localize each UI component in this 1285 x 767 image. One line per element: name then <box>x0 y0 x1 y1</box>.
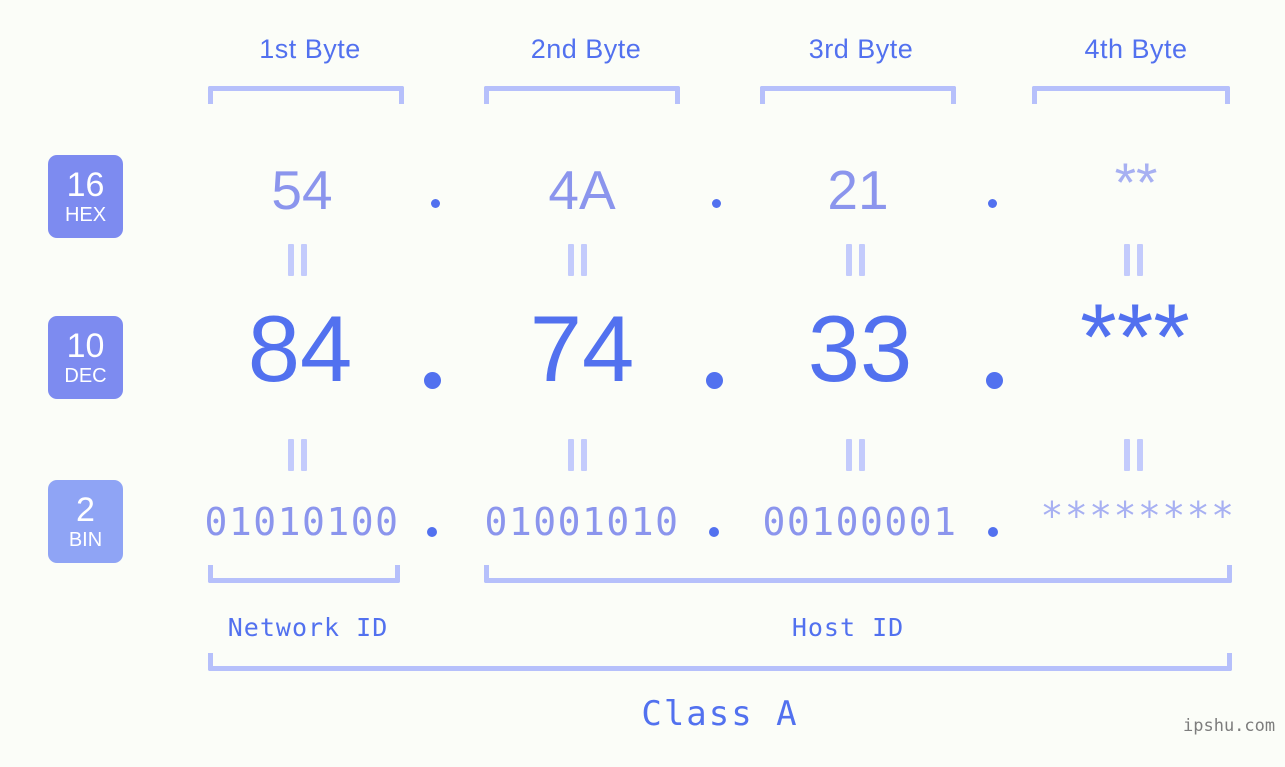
byte-header-3: 3rd Byte <box>808 34 914 64</box>
hex-separator-dot-2 <box>712 199 721 208</box>
network-id-label: Network ID <box>227 613 389 642</box>
equality-marker-dec-bin-3 <box>846 439 865 471</box>
dec-separator-dot-2 <box>706 372 723 389</box>
watermark: ipshu.com <box>1183 716 1276 736</box>
radix-badge-dec: 10 DEC <box>48 316 123 399</box>
equality-marker-hex-dec-1 <box>288 244 307 276</box>
hex-value-byte-3: 21 <box>827 159 889 221</box>
byte-header-1: 1st Byte <box>259 34 361 64</box>
network-id-bracket <box>208 565 400 583</box>
bin-value-byte-4: ******** <box>1040 494 1236 538</box>
radix-badge-bin: 2 BIN <box>48 480 123 563</box>
bin-separator-dot-1 <box>427 527 437 537</box>
equality-marker-hex-dec-4 <box>1124 244 1143 276</box>
equality-marker-dec-bin-4 <box>1124 439 1143 471</box>
hex-value-byte-1: 54 <box>271 159 333 221</box>
radix-badge-hex-name: HEX <box>64 204 107 226</box>
equality-marker-dec-bin-1 <box>288 439 307 471</box>
equality-marker-dec-bin-2 <box>568 439 587 471</box>
dec-value-byte-4: *** <box>1080 284 1190 389</box>
bin-value-byte-3: 00100001 <box>762 500 958 544</box>
radix-badge-hex-number: 16 <box>66 166 105 204</box>
byte-header-2: 2nd Byte <box>530 34 642 64</box>
radix-badge-bin-number: 2 <box>76 491 95 529</box>
host-id-bracket <box>484 565 1232 583</box>
bin-separator-dot-2 <box>709 527 719 537</box>
hex-value-byte-4: ** <box>1114 151 1158 213</box>
dec-value-byte-1: 84 <box>247 296 353 401</box>
dec-value-byte-3: 33 <box>807 296 913 401</box>
bin-separator-dot-3 <box>988 527 998 537</box>
radix-badge-dec-number: 10 <box>66 327 105 365</box>
dec-separator-dot-1 <box>424 372 441 389</box>
hex-separator-dot-1 <box>431 199 440 208</box>
hex-value-byte-2: 4A <box>548 159 616 221</box>
bin-value-byte-2: 01001010 <box>484 500 680 544</box>
dec-separator-dot-3 <box>986 372 1003 389</box>
byte-bracket-1 <box>208 86 404 104</box>
byte-bracket-2 <box>484 86 680 104</box>
class-label: Class A <box>641 694 799 734</box>
hex-separator-dot-3 <box>988 199 997 208</box>
equality-marker-hex-dec-3 <box>846 244 865 276</box>
equality-marker-hex-dec-2 <box>568 244 587 276</box>
class-bracket <box>208 653 1232 671</box>
byte-header-4: 4th Byte <box>1084 34 1188 64</box>
bin-value-byte-1: 01010100 <box>204 500 400 544</box>
radix-badge-hex: 16 HEX <box>48 155 123 238</box>
dec-value-byte-2: 74 <box>529 296 635 401</box>
ip-address-breakdown-diagram: 1st Byte 2nd Byte 3rd Byte 4th Byte 16 H… <box>0 0 1285 767</box>
radix-badge-dec-name: DEC <box>64 365 107 387</box>
host-id-label: Host ID <box>791 613 905 642</box>
byte-bracket-3 <box>760 86 956 104</box>
radix-badge-bin-name: BIN <box>68 529 103 551</box>
byte-bracket-4 <box>1032 86 1230 104</box>
